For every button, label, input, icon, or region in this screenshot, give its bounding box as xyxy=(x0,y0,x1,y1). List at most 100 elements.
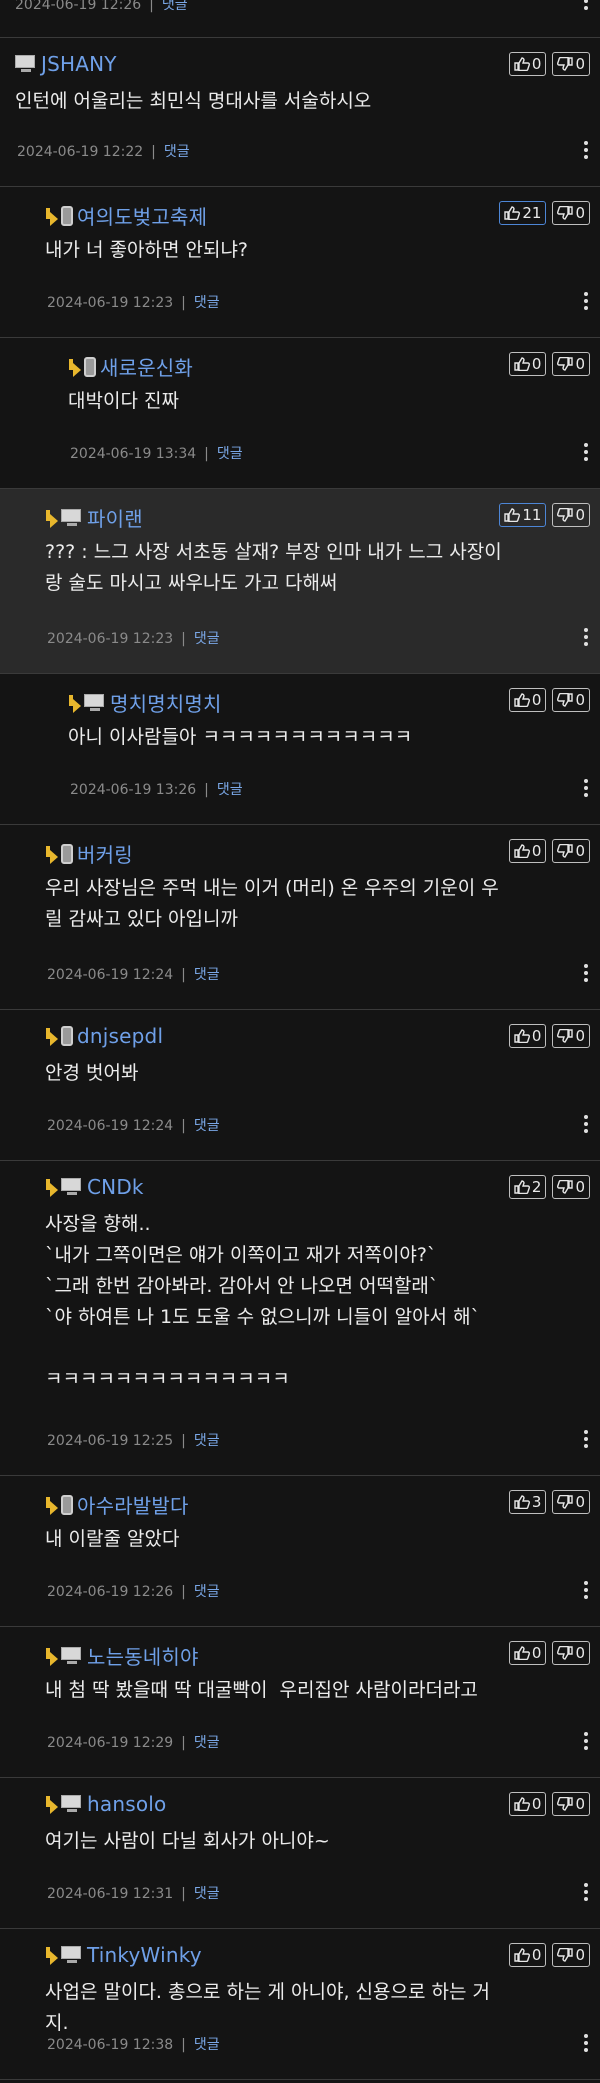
comment-text: 내 첨 딱 봤을때 딱 대굴빡이 우리집안 사람이라더라고 xyxy=(45,1675,478,1706)
downvote-button[interactable]: 0 xyxy=(552,1943,590,1967)
more-options-icon[interactable] xyxy=(584,628,588,646)
upvote-count: 0 xyxy=(531,1946,542,1964)
downvote-count: 0 xyxy=(575,1795,585,1813)
comment-nickname[interactable]: JSHANY xyxy=(41,52,117,76)
thumbs-up-icon xyxy=(514,1495,530,1509)
reply-arrow-icon xyxy=(68,694,81,713)
more-options-icon[interactable] xyxy=(584,779,588,797)
reply-link[interactable]: 댓글 xyxy=(194,1433,220,1449)
reply-arrow-icon xyxy=(45,1028,58,1046)
more-options-icon[interactable] xyxy=(584,1732,588,1750)
reply-link[interactable]: 댓글 xyxy=(194,295,220,311)
more-options-icon[interactable] xyxy=(584,1115,588,1133)
comment-nickname[interactable]: 버커링 xyxy=(77,839,133,868)
reply-link[interactable]: 댓글 xyxy=(194,1584,220,1600)
comment-text-line: 내 첨 딱 봤을때 딱 대굴빡이 우리집안 사람이라더라고 xyxy=(45,1679,478,1701)
comment-nickname[interactable]: 여의도벚고축제 xyxy=(77,201,207,230)
comment-header: 아수라발발다 xyxy=(45,1490,189,1519)
comment-text-line: ㅋㅋㅋㅋㅋㅋㅋㅋㅋㅋㅋㅋㅋㅋ xyxy=(45,1368,290,1390)
upvote-count: 0 xyxy=(531,1644,542,1662)
downvote-count: 0 xyxy=(575,1027,585,1045)
comment-nickname[interactable]: 노는동네히야 xyxy=(87,1641,199,1670)
vote-buttons: 00 xyxy=(508,352,590,376)
reply-link[interactable]: 댓글 xyxy=(194,967,220,983)
upvote-button[interactable]: 11 xyxy=(499,503,547,527)
comment-nickname[interactable]: 파이랜 xyxy=(87,503,143,532)
upvote-button[interactable]: 21 xyxy=(499,201,547,225)
comment-meta: 2024-06-19 12:23 | 댓글 xyxy=(47,292,220,312)
comment-item: 버커링 0 0 우리 사장님은 주먹 내는 이거 (머리) 온 우주의 기운이 우릴 … xyxy=(0,825,600,1010)
comment-nickname[interactable]: TinkyWinky xyxy=(87,1943,202,1967)
mobile-phone-icon xyxy=(61,1026,73,1046)
vote-buttons: 21 0 xyxy=(499,201,590,225)
downvote-button[interactable]: 0 xyxy=(552,1490,590,1514)
comment-nickname[interactable]: 새로운신화 xyxy=(100,352,193,381)
comment-text-line: 인턴에 어울리는 최민식 명대사를 서술하시오 xyxy=(15,90,372,112)
more-options-icon[interactable] xyxy=(584,443,588,461)
comment-nickname[interactable]: dnjsepdl xyxy=(77,1024,163,1048)
upvote-button[interactable]: 0 xyxy=(508,1024,547,1048)
upvote-button[interactable]: 0 xyxy=(508,1641,547,1665)
more-options-icon[interactable] xyxy=(584,964,588,982)
reply-link[interactable]: 댓글 xyxy=(217,782,243,798)
reply-link[interactable]: 댓글 xyxy=(164,144,190,160)
thumbs-down-icon xyxy=(557,206,574,220)
downvote-button[interactable]: 0 xyxy=(552,201,590,225)
downvote-button[interactable]: 0 xyxy=(552,839,590,863)
reply-link[interactable]: 댓글 xyxy=(217,446,243,462)
reply-link[interactable]: 댓글 xyxy=(162,0,188,13)
upvote-button[interactable]: 2 xyxy=(508,1175,547,1199)
reply-arrow-icon xyxy=(45,1647,58,1666)
upvote-button[interactable]: 0 xyxy=(508,352,547,376)
upvote-button[interactable]: 0 xyxy=(508,1943,547,1967)
mobile-phone-icon xyxy=(61,1494,73,1515)
upvote-button[interactable]: 0 xyxy=(508,839,547,863)
comment-header: 새로운신화 xyxy=(68,352,193,381)
comment-nickname[interactable]: 명치명치명치 xyxy=(110,688,222,717)
downvote-button[interactable]: 0 xyxy=(552,352,590,376)
more-options-icon[interactable] xyxy=(584,2034,588,2052)
reply-arrow-icon xyxy=(45,1179,58,1197)
reply-link[interactable]: 댓글 xyxy=(194,631,220,647)
more-options-icon[interactable] xyxy=(584,1883,588,1901)
upvote-button[interactable]: 0 xyxy=(508,1792,547,1816)
upvote-button[interactable]: 0 xyxy=(508,688,547,712)
more-options-icon[interactable] xyxy=(584,1430,588,1448)
comment-text: 사장을 향해.. `내가 그쪽이면은 얘가 이쪽이고 재가 저쪽이야?` `그래 한… xyxy=(45,1209,480,1395)
comment-text: 사업은 말이다. 총으로 하는 게 아니야, 신용으로 하는 거 지. xyxy=(45,1977,490,2039)
reply-link[interactable]: 댓글 xyxy=(194,2037,220,2053)
downvote-button[interactable]: 0 xyxy=(552,1175,590,1199)
downvote-count: 0 xyxy=(575,1644,585,1662)
mobile-phone-icon xyxy=(84,356,96,377)
thumbs-down-icon xyxy=(557,1029,574,1043)
more-options-icon[interactable] xyxy=(584,0,588,10)
reply-link[interactable]: 댓글 xyxy=(194,1886,220,1902)
downvote-button[interactable]: 0 xyxy=(552,52,590,76)
upvote-button[interactable]: 0 xyxy=(508,52,547,76)
comment-date: 2024-06-19 12:23 xyxy=(47,631,174,647)
reply-link[interactable]: 댓글 xyxy=(194,1118,220,1134)
comment-nickname[interactable]: CNDk xyxy=(87,1175,144,1199)
thumbs-down-icon xyxy=(557,1495,574,1509)
comment-nickname[interactable]: 아수라발발다 xyxy=(77,1490,189,1519)
downvote-button[interactable]: 0 xyxy=(552,688,590,712)
comment-date: 2024-06-19 12:25 xyxy=(47,1433,174,1449)
reply-arrow-icon xyxy=(45,207,58,226)
comment-meta: 2024-06-19 12:25 | 댓글 xyxy=(47,1430,220,1450)
thumbs-down-icon xyxy=(557,693,574,707)
downvote-button[interactable]: 0 xyxy=(552,1792,590,1816)
meta-separator: | xyxy=(181,1118,186,1134)
downvote-button[interactable]: 0 xyxy=(552,1641,590,1665)
downvote-button[interactable]: 0 xyxy=(552,503,590,527)
thumbs-down-icon xyxy=(557,1948,574,1962)
comment-nickname[interactable]: hansolo xyxy=(87,1792,166,1816)
upvote-button[interactable]: 3 xyxy=(508,1490,547,1514)
more-options-icon[interactable] xyxy=(584,292,588,310)
downvote-button[interactable]: 0 xyxy=(552,1024,590,1048)
reply-link[interactable]: 댓글 xyxy=(194,1735,220,1751)
comment-header: 여의도벚고축제 xyxy=(45,201,207,230)
more-options-icon[interactable] xyxy=(584,141,588,159)
comment-header: TinkyWinky xyxy=(45,1943,202,1967)
more-options-icon[interactable] xyxy=(584,1581,588,1599)
thumbs-up-icon xyxy=(514,57,530,71)
